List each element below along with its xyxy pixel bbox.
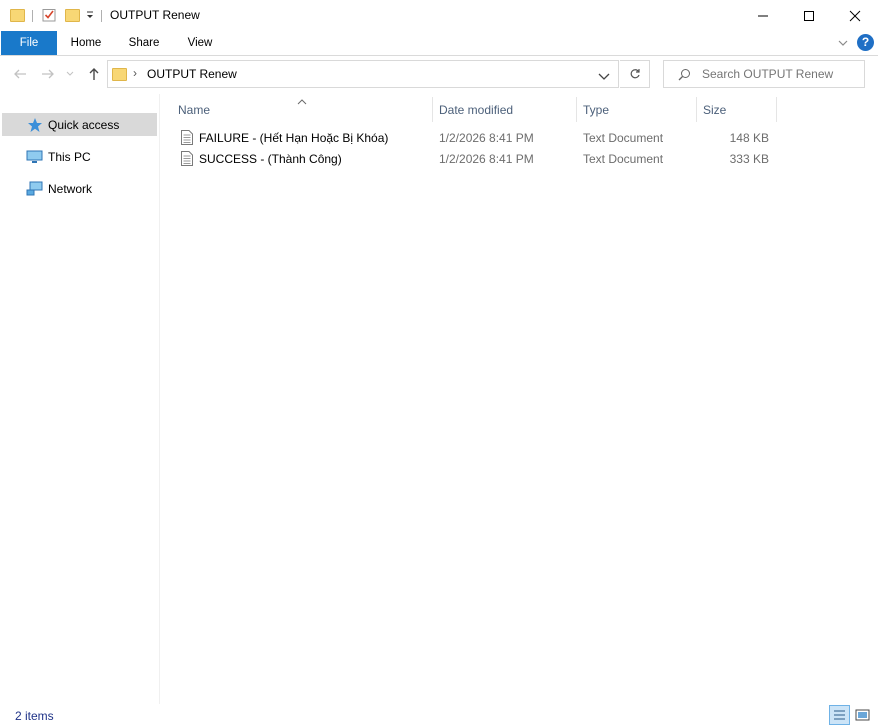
large-icons-view-button[interactable] (852, 705, 873, 725)
separator (101, 10, 102, 22)
ribbon-tabs: File Home Share View ? (0, 31, 878, 56)
new-folder-icon[interactable] (65, 9, 80, 22)
star-icon (28, 117, 42, 132)
nav-item-this-pc[interactable]: This PC (2, 145, 157, 168)
refresh-icon (630, 69, 640, 79)
path-separator-icon[interactable]: › (133, 66, 137, 80)
details-view-button[interactable] (829, 705, 850, 725)
details-view-icon (834, 710, 845, 720)
sort-ascending-icon (297, 94, 307, 108)
properties-check-icon[interactable] (42, 8, 56, 22)
refresh-button[interactable] (620, 60, 650, 88)
text-document-icon (181, 151, 193, 166)
text-document-icon (181, 130, 193, 145)
minimize-button[interactable] (740, 0, 786, 31)
tab-share[interactable]: Share (120, 31, 168, 55)
nav-item-label: This PC (48, 149, 91, 164)
tab-file[interactable]: File (1, 31, 57, 55)
close-button[interactable] (832, 0, 878, 31)
expand-ribbon-chevron-icon[interactable] (836, 36, 850, 50)
column-header-type[interactable]: Type (583, 101, 609, 119)
folder-icon (112, 68, 127, 81)
network-icon (26, 181, 43, 196)
folder-icon (10, 9, 25, 22)
search-box[interactable] (663, 60, 865, 88)
file-size: 333 KB (729, 152, 769, 166)
window-title: OUTPUT Renew (110, 8, 200, 22)
address-dropdown-chevron-icon[interactable] (598, 70, 610, 84)
column-divider[interactable] (696, 97, 697, 122)
column-divider[interactable] (776, 97, 777, 122)
monitor-icon (26, 150, 43, 163)
navigation-pane: Quick access This PC Network (0, 94, 160, 704)
forward-arrow-icon[interactable] (38, 63, 58, 85)
tab-view[interactable]: View (178, 31, 222, 55)
breadcrumb-current-folder[interactable]: OUTPUT Renew (147, 67, 237, 81)
help-icon[interactable]: ? (857, 34, 874, 51)
title-bar: OUTPUT Renew (0, 0, 878, 31)
recent-locations-chevron-icon[interactable] (63, 63, 77, 85)
file-date-modified: 1/2/2026 8:41 PM (439, 131, 534, 145)
up-arrow-icon[interactable] (84, 63, 104, 85)
file-name: FAILURE - (Hết Hạn Hoặc Bị Khóa) (199, 131, 389, 145)
column-header-size[interactable]: Size (703, 101, 726, 119)
column-divider[interactable] (576, 97, 577, 122)
file-size: 148 KB (729, 131, 769, 145)
customize-quick-access-icon[interactable] (85, 9, 95, 21)
column-header-date-modified[interactable]: Date modified (439, 101, 513, 119)
address-row: › OUTPUT Renew (0, 56, 878, 94)
search-icon (678, 68, 691, 84)
file-date-modified: 1/2/2026 8:41 PM (439, 152, 534, 166)
nav-item-quick-access[interactable]: Quick access (2, 113, 157, 136)
nav-item-network[interactable]: Network (2, 177, 157, 200)
maximize-button[interactable] (786, 0, 832, 31)
file-row[interactable]: FAILURE - (Hết Hạn Hoặc Bị Khóa) 1/2/202… (176, 128, 776, 149)
file-type: Text Document (583, 152, 664, 166)
back-arrow-icon[interactable] (10, 63, 30, 85)
separator (32, 10, 33, 22)
tab-home[interactable]: Home (62, 31, 110, 55)
status-item-count: 2 items (15, 709, 54, 723)
file-name: SUCCESS - (Thành Công) (199, 152, 342, 166)
column-divider[interactable] (432, 97, 433, 122)
file-type: Text Document (583, 131, 664, 145)
address-bar[interactable]: › OUTPUT Renew (107, 60, 619, 88)
search-input[interactable] (702, 65, 860, 83)
file-row[interactable]: SUCCESS - (Thành Công) 1/2/2026 8:41 PM … (176, 149, 776, 170)
nav-item-label: Quick access (48, 117, 120, 132)
large-icons-view-icon (855, 709, 870, 721)
column-header-name[interactable]: Name (178, 101, 210, 119)
nav-item-label: Network (48, 181, 93, 196)
